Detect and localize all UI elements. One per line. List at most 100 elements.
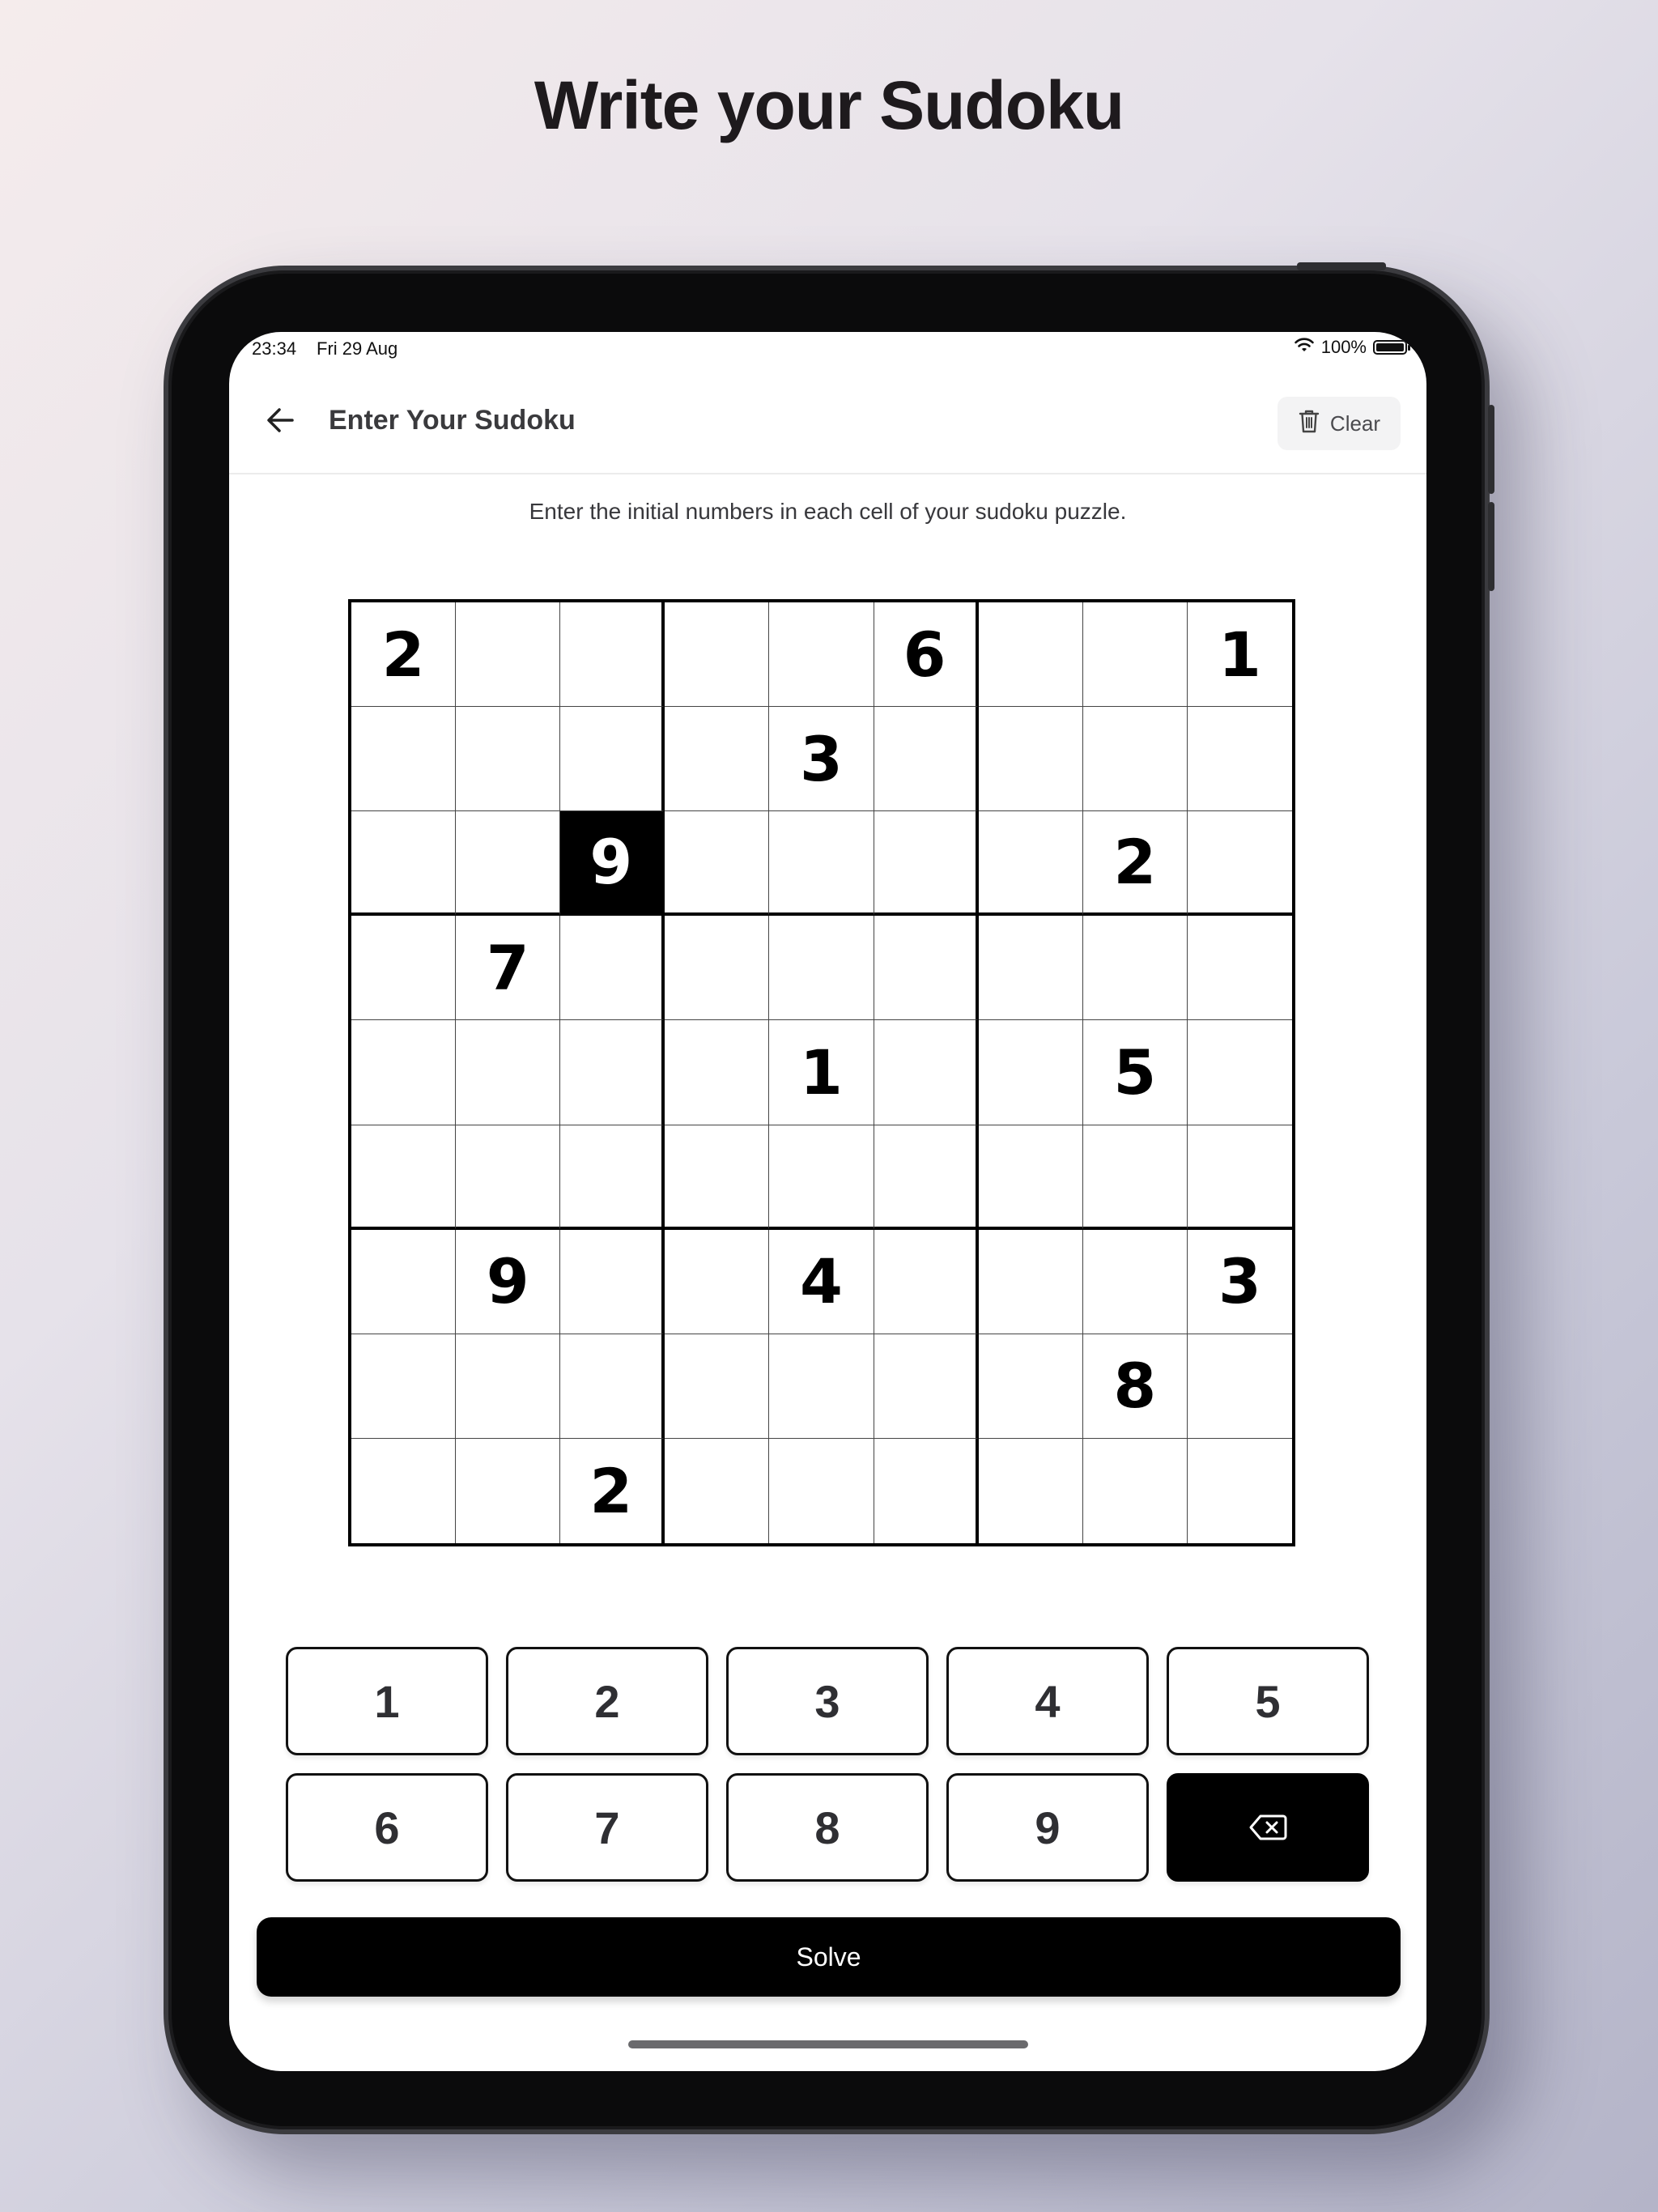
sudoku-cell[interactable]: 9 [560, 811, 665, 917]
sudoku-cell[interactable] [978, 602, 1083, 708]
sudoku-cell[interactable]: 3 [1187, 1230, 1292, 1334]
sudoku-cell[interactable] [1082, 916, 1188, 1021]
sudoku-cell[interactable] [351, 1020, 457, 1125]
sudoku-cell[interactable] [874, 916, 979, 1021]
back-button[interactable] [260, 400, 300, 440]
sudoku-cell[interactable] [1082, 602, 1188, 708]
sudoku-cell[interactable] [456, 707, 561, 812]
sudoku-cell[interactable]: 7 [456, 916, 561, 1021]
sudoku-cell[interactable] [351, 707, 457, 812]
delete-button[interactable] [1167, 1773, 1369, 1882]
sudoku-cell[interactable] [978, 1020, 1083, 1125]
sudoku-cell[interactable] [1083, 1438, 1188, 1543]
backspace-icon [1249, 1814, 1287, 1840]
sudoku-cell[interactable] [351, 1229, 457, 1334]
sudoku-cell[interactable] [978, 811, 1083, 917]
sudoku-cell[interactable] [1082, 1229, 1188, 1334]
keypad-key-8[interactable]: 8 [726, 1773, 929, 1882]
sudoku-cell[interactable] [978, 1125, 1083, 1230]
sudoku-cell[interactable] [1187, 707, 1292, 812]
sudoku-cell[interactable] [769, 811, 874, 917]
sudoku-cell[interactable] [665, 916, 770, 1021]
sudoku-cell[interactable]: 1 [769, 1020, 874, 1125]
sudoku-cell[interactable]: 1 [1187, 602, 1292, 708]
keypad-key-7[interactable]: 7 [506, 1773, 708, 1882]
sudoku-cell[interactable]: 9 [456, 1229, 561, 1334]
sudoku-cell[interactable]: 2 [1082, 811, 1188, 917]
sudoku-cell[interactable] [456, 1438, 561, 1543]
sudoku-cell[interactable] [665, 1125, 770, 1230]
sudoku-cell[interactable] [979, 1438, 1083, 1543]
sudoku-cell[interactable] [665, 1334, 770, 1439]
sudoku-cell[interactable] [769, 602, 874, 708]
sudoku-cell[interactable] [351, 1125, 457, 1230]
battery-fill [1376, 343, 1404, 351]
keypad-key-2[interactable]: 2 [506, 1647, 708, 1755]
keypad-key-5[interactable]: 5 [1167, 1647, 1369, 1755]
sudoku-cell[interactable] [351, 1438, 457, 1543]
sudoku-cell[interactable] [1188, 1439, 1292, 1543]
sudoku-cell[interactable] [1187, 1125, 1292, 1230]
sudoku-cell[interactable] [351, 916, 457, 1021]
solve-button[interactable]: Solve [257, 1917, 1401, 1997]
sudoku-cell[interactable] [978, 916, 1083, 1021]
sudoku-cell[interactable] [769, 1125, 874, 1230]
sudoku-cell[interactable] [560, 1125, 665, 1230]
sudoku-cell[interactable]: 5 [1082, 1020, 1188, 1125]
sudoku-cell[interactable] [456, 1334, 561, 1439]
sudoku-cell[interactable] [665, 707, 770, 812]
sudoku-cell[interactable] [874, 1334, 979, 1439]
sudoku-cell[interactable] [1187, 916, 1292, 1021]
sudoku-cell[interactable] [1187, 1334, 1292, 1439]
sudoku-cell[interactable] [874, 707, 979, 812]
sudoku-cell[interactable] [874, 1020, 979, 1125]
clear-button[interactable]: Clear [1278, 397, 1401, 450]
sudoku-cell[interactable] [874, 1229, 979, 1334]
home-indicator[interactable] [628, 2040, 1028, 2048]
sudoku-cell[interactable]: 2 [560, 1438, 665, 1543]
sudoku-cell[interactable] [1082, 1125, 1188, 1230]
sudoku-cell[interactable] [978, 707, 1083, 812]
sudoku-cell[interactable] [665, 602, 770, 708]
sudoku-cell[interactable] [1187, 1020, 1292, 1125]
sudoku-cell[interactable] [874, 811, 979, 917]
sudoku-cell[interactable] [1187, 811, 1292, 917]
sudoku-cell[interactable] [769, 1438, 874, 1543]
battery-icon [1373, 340, 1410, 355]
sudoku-cell[interactable] [769, 916, 874, 1021]
sudoku-cell[interactable] [978, 1229, 1083, 1334]
sudoku-cell[interactable]: 8 [1082, 1334, 1188, 1439]
sudoku-cell[interactable] [560, 1229, 665, 1334]
keypad-key-9[interactable]: 9 [946, 1773, 1149, 1882]
sudoku-cell[interactable] [665, 1438, 770, 1543]
sudoku-cell[interactable] [665, 811, 770, 917]
sudoku-cell[interactable] [874, 1125, 979, 1230]
status-date: Fri 29 Aug [317, 338, 398, 359]
sudoku-cell[interactable] [456, 1125, 561, 1230]
keypad-key-1[interactable]: 1 [286, 1647, 488, 1755]
sudoku-cell[interactable] [351, 811, 457, 917]
sudoku-cell[interactable] [560, 602, 665, 708]
sudoku-cell[interactable] [978, 1334, 1083, 1439]
sudoku-cell[interactable] [1082, 707, 1188, 812]
sudoku-cell[interactable] [874, 1438, 979, 1543]
sudoku-cell[interactable]: 2 [351, 602, 457, 708]
sudoku-cell[interactable]: 6 [874, 602, 979, 708]
sudoku-cell[interactable] [560, 1020, 665, 1125]
sudoku-cell[interactable] [560, 707, 665, 812]
sudoku-cell[interactable] [665, 1229, 770, 1334]
keypad-key-4[interactable]: 4 [946, 1647, 1149, 1755]
sudoku-cell[interactable] [769, 1334, 874, 1439]
sudoku-cell[interactable] [456, 602, 561, 708]
sudoku-cell[interactable] [456, 811, 561, 917]
sudoku-cell[interactable] [665, 1020, 770, 1125]
sudoku-cell[interactable] [456, 1020, 561, 1125]
page-title: Enter Your Sudoku [329, 405, 576, 436]
keypad-key-6[interactable]: 6 [286, 1773, 488, 1882]
sudoku-cell[interactable] [560, 916, 665, 1021]
sudoku-cell[interactable]: 3 [769, 707, 874, 812]
sudoku-cell[interactable] [560, 1334, 665, 1439]
sudoku-cell[interactable] [351, 1334, 457, 1439]
sudoku-cell[interactable]: 4 [769, 1229, 874, 1334]
keypad-key-3[interactable]: 3 [726, 1647, 929, 1755]
